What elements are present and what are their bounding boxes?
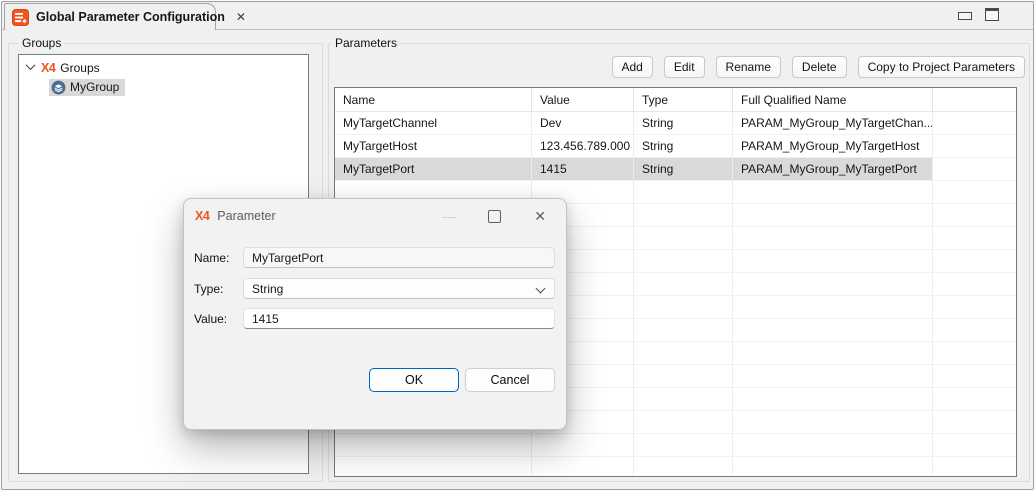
tab-title: Global Parameter Configuration <box>36 10 225 24</box>
cell-fqn[interactable]: PARAM_MyGroup_MyTargetChan... <box>733 112 933 134</box>
type-dropdown-value: String <box>252 282 283 296</box>
table-row[interactable]: MyTargetHost 123.456.789.000 String PARA… <box>335 135 1016 158</box>
column-header-name[interactable]: Name <box>335 88 532 111</box>
cell-name[interactable]: MyTargetPort <box>335 158 532 180</box>
name-field <box>243 247 555 268</box>
dialog-titlebar[interactable]: X4 Parameter — ✕ <box>184 199 566 233</box>
cell-type[interactable]: String <box>634 135 733 157</box>
group-layers-icon <box>51 80 66 95</box>
edit-button[interactable]: Edit <box>664 56 705 78</box>
cell-empty <box>933 135 1016 157</box>
add-button[interactable]: Add <box>612 56 653 78</box>
cancel-button[interactable]: Cancel <box>465 368 555 392</box>
dialog-title: Parameter <box>217 209 275 223</box>
tab-global-parameter-configuration[interactable]: Global Parameter Configuration ✕ <box>4 3 216 30</box>
parameter-config-icon <box>12 9 29 26</box>
tree-selection[interactable]: MyGroup <box>49 79 125 96</box>
value-input[interactable] <box>243 308 555 329</box>
column-header-value[interactable]: Value <box>532 88 634 111</box>
app-window: Global Parameter Configuration ✕ Groups … <box>1 1 1034 490</box>
table-row[interactable]: MyTargetChannel Dev String PARAM_MyGroup… <box>335 112 1016 135</box>
maximize-view-icon[interactable] <box>985 8 999 21</box>
dialog-maximize-icon[interactable] <box>488 210 501 223</box>
dialog-minimize-icon: — <box>442 210 455 223</box>
cell-fqn[interactable]: PARAM_MyGroup_MyTargetHost <box>733 135 933 157</box>
delete-button[interactable]: Delete <box>792 56 847 78</box>
cell-value[interactable]: 123.456.789.000 <box>532 135 634 157</box>
x4-logo-icon: X4 <box>195 209 209 223</box>
cell-fqn[interactable]: PARAM_MyGroup_MyTargetPort <box>733 158 933 180</box>
name-label: Name: <box>194 251 229 265</box>
parameter-dialog: X4 Parameter — ✕ Name: Type: String Valu… <box>183 198 567 430</box>
x4-logo-icon: X4 <box>41 61 55 75</box>
column-header-empty <box>933 88 1016 111</box>
tree-child-label: MyGroup <box>70 80 119 94</box>
cell-name[interactable]: MyTargetHost <box>335 135 532 157</box>
rename-button[interactable]: Rename <box>716 56 781 78</box>
tree-root-label: Groups <box>60 61 99 75</box>
dialog-close-icon[interactable]: ✕ <box>534 209 546 223</box>
cell-empty <box>933 112 1016 134</box>
type-dropdown[interactable]: String <box>243 278 555 299</box>
cell-type[interactable]: String <box>634 158 733 180</box>
tree-item-groups-root[interactable]: X4 Groups <box>25 59 308 77</box>
cell-name[interactable]: MyTargetChannel <box>335 112 532 134</box>
type-label: Type: <box>194 282 223 296</box>
tab-close-icon[interactable]: ✕ <box>236 11 246 23</box>
copy-to-project-parameters-button[interactable]: Copy to Project Parameters <box>858 56 1025 78</box>
column-header-fqn[interactable]: Full Qualified Name <box>733 88 933 111</box>
cell-value[interactable]: Dev <box>532 112 634 134</box>
column-header-type[interactable]: Type <box>634 88 733 111</box>
groups-panel-label: Groups <box>18 36 65 50</box>
parameters-toolbar: Add Edit Rename Delete Copy to Project P… <box>612 56 1026 78</box>
cell-empty <box>933 158 1016 180</box>
parameters-panel-label: Parameters <box>331 36 401 50</box>
cell-value[interactable]: 1415 <box>532 158 634 180</box>
chevron-down-icon[interactable] <box>26 60 36 70</box>
value-label: Value: <box>194 312 227 326</box>
chevron-down-icon <box>536 284 546 294</box>
tab-bar: Global Parameter Configuration ✕ <box>2 2 1033 30</box>
ok-button[interactable]: OK <box>369 368 459 392</box>
table-row-selected[interactable]: MyTargetPort 1415 String PARAM_MyGroup_M… <box>335 158 1016 181</box>
table-header-row: Name Value Type Full Qualified Name <box>335 88 1016 112</box>
cell-type[interactable]: String <box>634 112 733 134</box>
tree-item-mygroup[interactable]: MyGroup <box>49 78 308 96</box>
minimize-view-icon[interactable] <box>958 12 972 20</box>
